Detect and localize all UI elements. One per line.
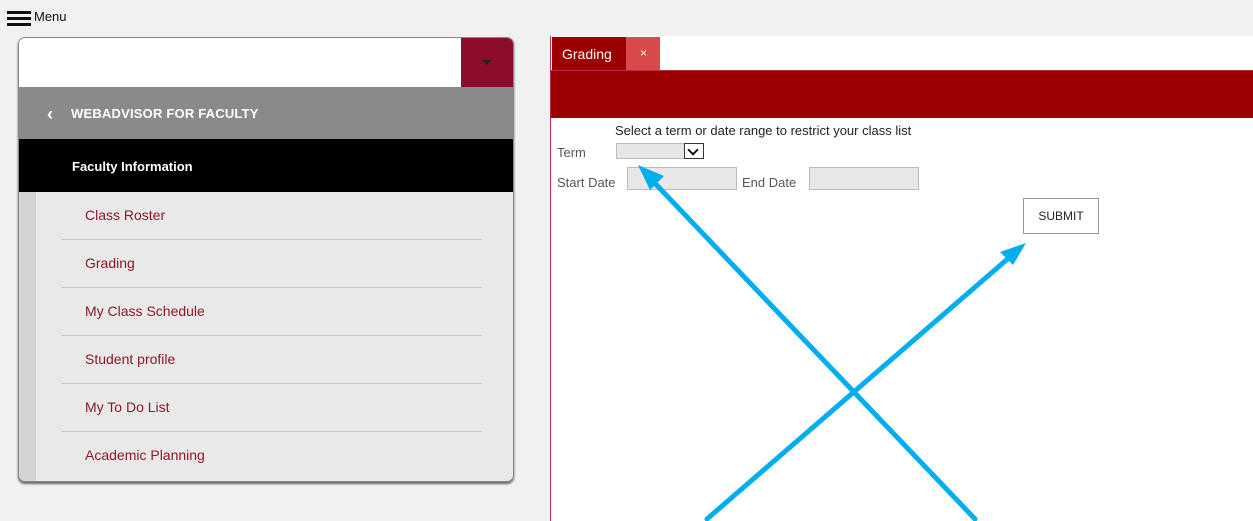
term-label: Term xyxy=(557,145,586,160)
sidebar-select[interactable] xyxy=(19,38,513,88)
term-select[interactable] xyxy=(616,143,704,159)
sidebar-select-toggle[interactable] xyxy=(461,38,513,87)
menu-label: Menu xyxy=(34,9,67,24)
submit-button[interactable]: SUBMIT xyxy=(1023,198,1099,234)
chevron-down-icon[interactable] xyxy=(684,143,704,159)
tab-label: Grading xyxy=(562,46,612,62)
end-date-input[interactable] xyxy=(809,167,919,190)
sidebar-item-label: My To Do List xyxy=(85,399,170,415)
sidebar-item-student-profile[interactable]: Student profile xyxy=(61,336,482,384)
start-date-label: Start Date xyxy=(557,175,616,190)
form-hint: Select a term or date range to restrict … xyxy=(615,123,912,138)
sidebar-item-grading[interactable]: Grading xyxy=(61,240,482,288)
close-icon: × xyxy=(640,46,648,60)
sidebar-item-academic-planning[interactable]: Academic Planning xyxy=(61,432,482,479)
sidebar-item-label: Class Roster xyxy=(85,207,166,223)
chevron-left-icon: ‹ xyxy=(47,104,53,124)
top-bar: Menu xyxy=(0,0,1253,36)
sidebar-submenu: Class Roster Grading My Class Schedule S… xyxy=(19,192,513,481)
tab-bar: Grading × xyxy=(551,36,1253,71)
tab-grading[interactable]: Grading xyxy=(552,37,626,70)
tab-close-button[interactable]: × xyxy=(626,37,660,70)
hamburger-icon xyxy=(7,11,31,27)
end-date-label: End Date xyxy=(742,175,797,190)
start-date-input[interactable] xyxy=(627,167,737,190)
sidebar-item-label: Grading xyxy=(85,255,135,271)
sidebar-item-my-to-do-list[interactable]: My To Do List xyxy=(61,384,482,432)
caret-down-icon xyxy=(482,60,492,65)
sidebar-item-my-class-schedule[interactable]: My Class Schedule xyxy=(61,288,482,336)
sidebar-panel: ‹ WEBADVISOR FOR FACULTY Faculty Informa… xyxy=(18,37,514,482)
submenu-indent-strip xyxy=(19,192,36,481)
sidebar-section-header[interactable]: ‹ WEBADVISOR FOR FACULTY xyxy=(19,87,513,139)
sidebar-item-label: Academic Planning xyxy=(85,447,205,463)
menu-button[interactable]: Menu xyxy=(7,9,67,29)
header-banner xyxy=(551,71,1253,118)
sidebar-item-faculty-information[interactable]: Faculty Information xyxy=(19,139,513,192)
sidebar-item-label: My Class Schedule xyxy=(85,303,205,319)
content-panel: Grading × Select a term or date range to… xyxy=(550,36,1253,521)
sidebar-section-title: WEBADVISOR FOR FACULTY xyxy=(71,106,259,121)
sidebar-item-label: Student profile xyxy=(85,351,176,367)
sidebar-active-label: Faculty Information xyxy=(72,159,193,174)
sidebar-item-class-roster[interactable]: Class Roster xyxy=(61,192,482,240)
